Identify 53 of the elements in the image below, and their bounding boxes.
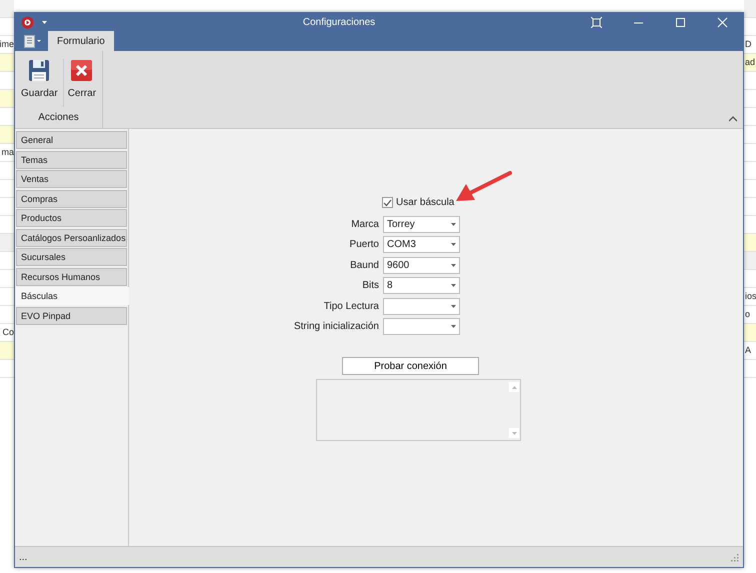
sidebar-tab[interactable]: EVO Pinpad — [16, 306, 127, 324]
sidebar-tab[interactable]: Sucursales — [16, 248, 127, 266]
caret-icon — [451, 325, 456, 328]
close-icon — [716, 16, 728, 28]
test-connection-button[interactable]: Probar conexión — [342, 357, 479, 375]
caret-icon — [451, 243, 456, 246]
restore-icon — [590, 16, 602, 28]
dropdown[interactable]: 8 — [383, 277, 460, 294]
collapse-icon[interactable] — [729, 116, 737, 122]
group-label: Acciones — [37, 112, 80, 125]
check-icon — [383, 198, 392, 206]
table-row — [0, 342, 14, 360]
caret-icon — [451, 304, 456, 308]
table-row: ad — [744, 54, 756, 72]
sidebar-tab[interactable]: Catálogos Persoanlizados — [16, 228, 127, 246]
status-text: ... — [19, 552, 28, 562]
field-label: Baund — [350, 260, 379, 270]
pointer-arrow — [456, 171, 512, 201]
app-icon — [21, 16, 34, 28]
maximize-icon — [674, 16, 686, 28]
dropdown[interactable]: Torrey — [383, 216, 460, 232]
sidebar-tab[interactable]: Ventas — [16, 170, 127, 188]
scroll-down-icon — [512, 432, 516, 434]
checkbox-label: Usar báscula — [396, 197, 454, 208]
sidebar-tab[interactable]: Compras — [16, 190, 127, 208]
ribbon-button[interactable]: Cerrar — [62, 59, 100, 107]
table-row — [744, 234, 756, 252]
sidebar-tab[interactable]: General — [16, 131, 127, 149]
field-label: Bits — [362, 280, 379, 291]
field-label: Marca — [351, 218, 379, 230]
sidebar-tab[interactable]: Recursos Humanos — [16, 268, 127, 286]
caret-icon — [451, 264, 456, 266]
dropdown[interactable]: 9600 — [383, 256, 460, 274]
ribbon-button[interactable]: Guardar — [17, 59, 62, 107]
field-label: Tipo Lectura — [324, 300, 379, 312]
sidebar-tab[interactable]: Productos — [16, 209, 127, 227]
checkbox[interactable] — [382, 197, 393, 208]
caret-icon — [37, 40, 41, 42]
dropdown[interactable]: COM3 — [383, 236, 460, 253]
table-row — [744, 324, 756, 342]
caret-icon — [451, 284, 456, 287]
ribbon-tab[interactable]: Formulario — [48, 31, 114, 51]
close-icon — [70, 59, 94, 82]
sidebar-tab[interactable]: Básculas — [16, 287, 129, 305]
window-title: Configuraciones — [302, 16, 376, 28]
document-icon — [24, 34, 35, 48]
field-label: String inicialización — [294, 321, 379, 332]
caret-icon — [42, 20, 47, 24]
scroll-up-icon — [512, 386, 516, 388]
sidebar-tab[interactable]: Temas — [16, 150, 127, 168]
field-label: Puerto — [350, 239, 379, 250]
caret-icon — [451, 222, 456, 226]
resize-grip-icon — [730, 552, 739, 562]
